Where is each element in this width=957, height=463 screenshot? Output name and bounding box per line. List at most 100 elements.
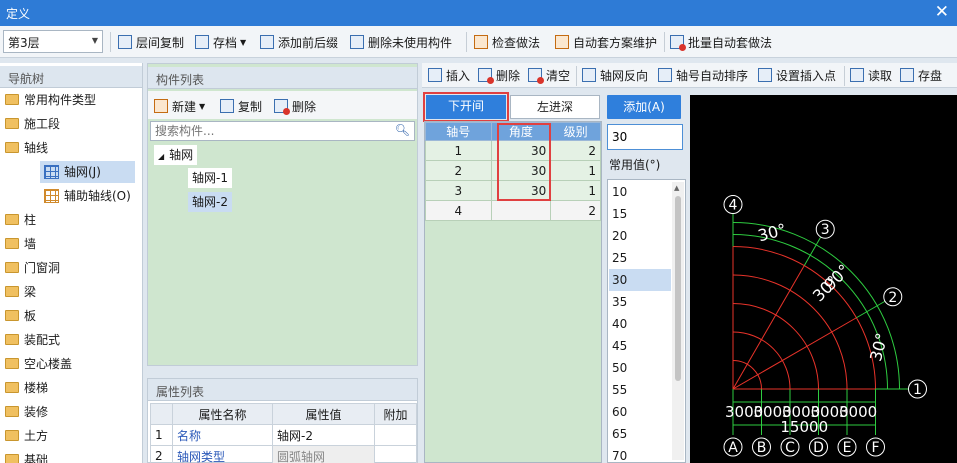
nav-item[interactable]: 基础 xyxy=(0,449,142,463)
angle-cell[interactable]: 30 xyxy=(490,180,552,201)
nav-item[interactable]: 门窗洞 xyxy=(0,257,142,279)
nav-item[interactable]: 梁 xyxy=(0,281,142,303)
copy-button[interactable]: 复制 xyxy=(220,97,262,115)
nav-item[interactable]: 楼梯 xyxy=(0,377,142,399)
delete-button[interactable]: 删除 xyxy=(274,97,316,115)
archive-button[interactable]: 存档 ▼ xyxy=(195,33,246,51)
nav-item[interactable]: 装配式 xyxy=(0,329,142,351)
tree-root-label: 轴网 xyxy=(169,148,194,162)
component-toolbar: 新建 ▼ 复制 删除 xyxy=(148,91,417,119)
batch-auto-button[interactable]: 批量自动套做法 xyxy=(670,33,772,51)
total-dimension-label: 15000 xyxy=(780,418,828,436)
copy-label: 复制 xyxy=(238,99,263,114)
level-cell[interactable]: 2 xyxy=(550,140,601,161)
axis-cell[interactable]: 2 xyxy=(425,160,492,181)
axis-cell[interactable]: 3 xyxy=(425,180,492,201)
common-value-item[interactable]: 15 xyxy=(609,203,671,225)
common-value-item[interactable]: 20 xyxy=(609,225,671,247)
nav-item[interactable]: 常用构件类型 xyxy=(0,89,142,111)
tree-node-axis-1[interactable]: 轴网-1 xyxy=(188,168,232,188)
add-prefix-suffix-button[interactable]: 添加前后缀 xyxy=(260,33,338,51)
auto-sort-button[interactable]: 轴号自动排序 xyxy=(658,66,748,84)
tree-root[interactable]: ◢ 轴网 xyxy=(154,145,198,165)
table-row[interactable]: 2 30 1 xyxy=(425,160,601,181)
common-value-item[interactable]: 40 xyxy=(609,313,671,335)
table-row[interactable]: 3 30 1 xyxy=(425,180,601,201)
check-method-button[interactable]: 检查做法 xyxy=(474,33,540,51)
new-button[interactable]: 新建 ▼ xyxy=(154,97,205,115)
nav-item[interactable]: 墙 xyxy=(0,233,142,255)
axis-bubble-label: F xyxy=(871,440,879,456)
copy-icon xyxy=(220,99,234,113)
angle-value-input[interactable] xyxy=(607,124,683,150)
copy-floor-button[interactable]: 层间复制 xyxy=(118,33,184,51)
angle-cell[interactable] xyxy=(490,200,552,221)
tree-node-axis-2[interactable]: 轴网-2 xyxy=(188,192,232,212)
common-value-item[interactable]: 60 xyxy=(609,401,671,423)
common-value-item[interactable]: 65 xyxy=(609,423,671,445)
nav-item-label: 墙 xyxy=(24,237,37,251)
nav-item[interactable]: 施工段 xyxy=(0,113,142,135)
read-button[interactable]: 读取 xyxy=(850,66,892,84)
expand-icon[interactable]: ◢ xyxy=(158,152,164,161)
common-value-item[interactable]: 35 xyxy=(609,291,671,313)
axis-cell[interactable]: 4 xyxy=(425,200,492,221)
angle-cell[interactable]: 30 xyxy=(490,160,552,181)
property-extra[interactable] xyxy=(374,445,417,463)
table-row[interactable]: 2 轴网类型 圆弧轴网 xyxy=(150,445,417,463)
search-icon[interactable]: 🔍︎ xyxy=(395,123,410,137)
search-input[interactable] xyxy=(155,124,385,138)
scrollbar[interactable]: ▲ xyxy=(672,182,684,460)
property-value[interactable]: 轴网-2 xyxy=(272,424,375,446)
nav-item[interactable]: 轴线 xyxy=(0,137,142,159)
property-extra[interactable] xyxy=(374,424,417,446)
close-icon[interactable]: ✕ xyxy=(935,2,949,22)
level-cell[interactable]: 1 xyxy=(550,180,601,201)
add-button[interactable]: 添加(A) xyxy=(607,95,681,119)
delete-unused-icon xyxy=(350,35,364,49)
level-cell[interactable]: 1 xyxy=(550,160,601,181)
nav-item[interactable]: 柱 xyxy=(0,209,142,231)
folder-icon xyxy=(5,214,19,225)
table-row[interactable]: 1 30 2 xyxy=(425,140,601,161)
axis-cell[interactable]: 1 xyxy=(425,140,492,161)
common-value-item[interactable]: 25 xyxy=(609,247,671,269)
reverse-axis-button[interactable]: 轴网反向 xyxy=(582,66,648,84)
common-value-item[interactable]: 55 xyxy=(609,379,671,401)
insert-label: 插入 xyxy=(446,68,471,83)
nav-item[interactable]: 装修 xyxy=(0,401,142,423)
scroll-thumb[interactable] xyxy=(675,196,681,381)
table-row[interactable]: 1 名称 轴网-2 xyxy=(150,424,417,446)
save-button[interactable]: 存盘 xyxy=(900,66,942,84)
angle-cell[interactable]: 30 xyxy=(490,140,552,161)
nav-item-label: 土方 xyxy=(24,429,49,443)
nav-item-label: 门窗洞 xyxy=(24,261,61,275)
axis-extension-line xyxy=(803,236,822,266)
common-value-item[interactable]: 45 xyxy=(609,335,671,357)
nav-item-label: 楼梯 xyxy=(24,381,49,395)
level-cell[interactable]: 2 xyxy=(550,200,601,221)
common-value-item[interactable]: 50 xyxy=(609,357,671,379)
floor-select[interactable]: 第3层 ▼ xyxy=(3,30,103,53)
delete-row-button[interactable]: 删除 xyxy=(478,66,520,84)
set-insert-point-button[interactable]: 设置插入点 xyxy=(758,66,836,84)
tab-lower-bay[interactable]: 下开间 xyxy=(423,92,509,122)
tab-left-depth[interactable]: 左进深 xyxy=(510,95,600,119)
auto-scheme-button[interactable]: 自动套方案维护 xyxy=(555,33,657,51)
table-row[interactable]: 4 2 xyxy=(425,200,601,221)
common-value-item[interactable]: 70 xyxy=(609,445,671,462)
insert-button[interactable]: 插入 xyxy=(428,66,470,84)
nav-item[interactable]: 板 xyxy=(0,305,142,327)
nav-subitem-aux-axis[interactable]: 辅助轴线(O) xyxy=(40,185,140,207)
delete-unused-button[interactable]: 删除未使用构件 xyxy=(350,33,452,51)
nav-subitem-axis-grid[interactable]: 轴网(J) xyxy=(40,161,135,183)
common-value-item[interactable]: 30 xyxy=(609,269,671,291)
col-header-name: 属性名称 xyxy=(172,403,273,425)
nav-item-label: 基础 xyxy=(24,453,49,463)
axis-bubble-label: D xyxy=(813,440,824,456)
nav-item[interactable]: 空心楼盖 xyxy=(0,353,142,375)
common-value-item[interactable]: 10 xyxy=(609,181,671,203)
clear-button[interactable]: 清空 xyxy=(528,66,570,84)
nav-item[interactable]: 土方 xyxy=(0,425,142,447)
scroll-up-icon[interactable]: ▲ xyxy=(674,184,679,192)
